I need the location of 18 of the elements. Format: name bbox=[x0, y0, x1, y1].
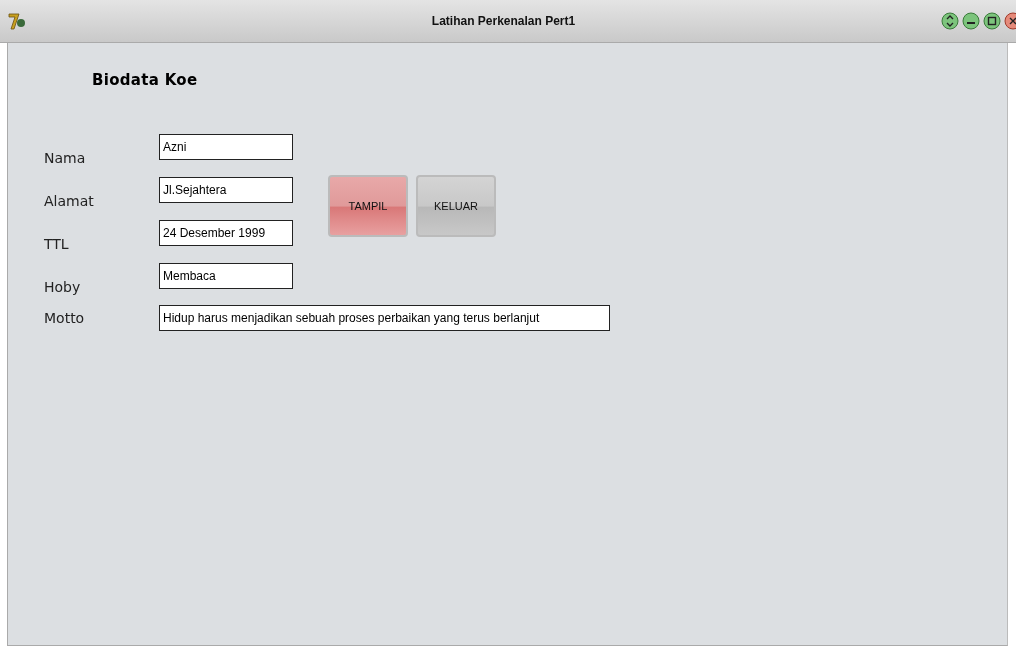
action-button[interactable]: KELUAR bbox=[416, 175, 496, 237]
field-label: Hoby bbox=[44, 279, 82, 295]
rollup-icon[interactable] bbox=[941, 12, 959, 30]
field-label: Motto bbox=[44, 310, 86, 326]
maximize-icon[interactable] bbox=[983, 12, 1001, 30]
minimize-icon[interactable] bbox=[962, 12, 980, 30]
text-field[interactable]: Jl.Sejahtera bbox=[159, 177, 293, 203]
motto-field[interactable]: Hidup harus menjadikan sebuah proses perbaikan yang terus berlanjut bbox=[159, 305, 610, 331]
field-label: TTL bbox=[44, 236, 70, 252]
text-field[interactable]: Membaca bbox=[159, 263, 293, 289]
form-heading: Biodata Koe bbox=[92, 71, 199, 89]
field-label: Alamat bbox=[44, 193, 95, 209]
field-label: Nama bbox=[44, 150, 87, 166]
window-title: Latihan Perkenalan Pert1 bbox=[430, 14, 577, 28]
action-button[interactable]: TAMPIL bbox=[328, 175, 408, 237]
text-field[interactable]: Azni bbox=[159, 134, 293, 160]
app-icon bbox=[8, 11, 26, 31]
text-field[interactable]: 24 Desember 1999 bbox=[159, 220, 293, 246]
